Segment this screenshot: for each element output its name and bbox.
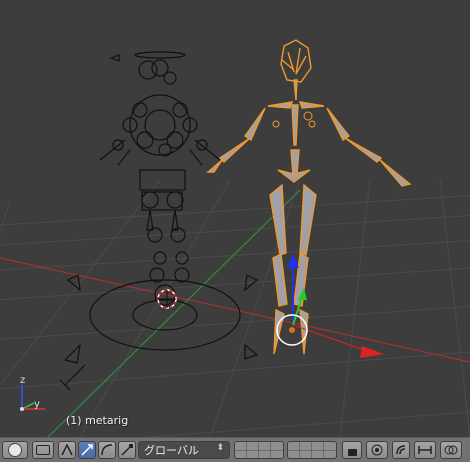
- layer-cell[interactable]: [312, 442, 324, 458]
- layer-cell[interactable]: [271, 442, 283, 458]
- view-toggle-button[interactable]: [32, 441, 54, 459]
- layer-cell[interactable]: [247, 442, 259, 458]
- manipulator-rotate-icon: [101, 444, 113, 456]
- view-toggle-icon: [36, 445, 50, 455]
- pivot-icon: [61, 443, 73, 456]
- 3d-cursor: [157, 289, 177, 309]
- floor-grid: [0, 179, 470, 437]
- layer-cell[interactable]: [300, 442, 312, 458]
- snap-element-button[interactable]: [414, 441, 436, 459]
- shading-mode-icon: [8, 443, 22, 457]
- layer-cell[interactable]: [259, 442, 271, 458]
- proportional-edit-icon: [371, 444, 383, 456]
- layer-cell[interactable]: [324, 442, 336, 458]
- onion-skin-icon: [444, 445, 458, 455]
- manipulator-rotate-button[interactable]: [98, 441, 116, 459]
- layers-grid-a[interactable]: [234, 441, 284, 459]
- proportional-edit-button[interactable]: [366, 441, 388, 459]
- widget-rig: [59, 51, 259, 391]
- snap-icon: [396, 445, 406, 455]
- axis-gizmo: z y: [20, 375, 45, 411]
- lock-icon: [347, 448, 357, 456]
- shading-mode-button[interactable]: [2, 441, 28, 459]
- chevron-updown-icon: ⬍: [216, 443, 224, 453]
- manipulator-scale-icon: [121, 444, 133, 456]
- pivot-button[interactable]: [58, 441, 76, 459]
- active-object-label: (1) metarig: [66, 414, 129, 427]
- transform-orientation-select[interactable]: グローバル ⬍: [138, 441, 230, 459]
- 3d-viewport[interactable]: z y (1) metarig: [0, 0, 470, 437]
- layer-cell[interactable]: [235, 442, 247, 458]
- lock-button[interactable]: [342, 441, 362, 459]
- axis-label-y: y: [34, 399, 40, 410]
- manipulator-scale-button[interactable]: [118, 441, 136, 459]
- y-axis-line: [47, 189, 301, 437]
- onion-skin-button[interactable]: [440, 441, 462, 459]
- axis-label-z: z: [20, 375, 25, 386]
- manipulator-translate-icon: [81, 444, 93, 456]
- layers-grid-b[interactable]: [287, 441, 337, 459]
- snap-element-icon: [418, 446, 432, 454]
- manipulator-translate-button[interactable]: [78, 441, 96, 459]
- viewport-header-toolbar: グローバル ⬍: [0, 437, 470, 462]
- transform-manipulator[interactable]: [276, 254, 384, 358]
- snap-button[interactable]: [392, 441, 410, 459]
- transform-orientation-value: グローバル: [144, 444, 199, 457]
- x-axis-line: [0, 257, 470, 363]
- scene-canvas[interactable]: z y: [0, 0, 470, 437]
- layer-cell[interactable]: [288, 442, 300, 458]
